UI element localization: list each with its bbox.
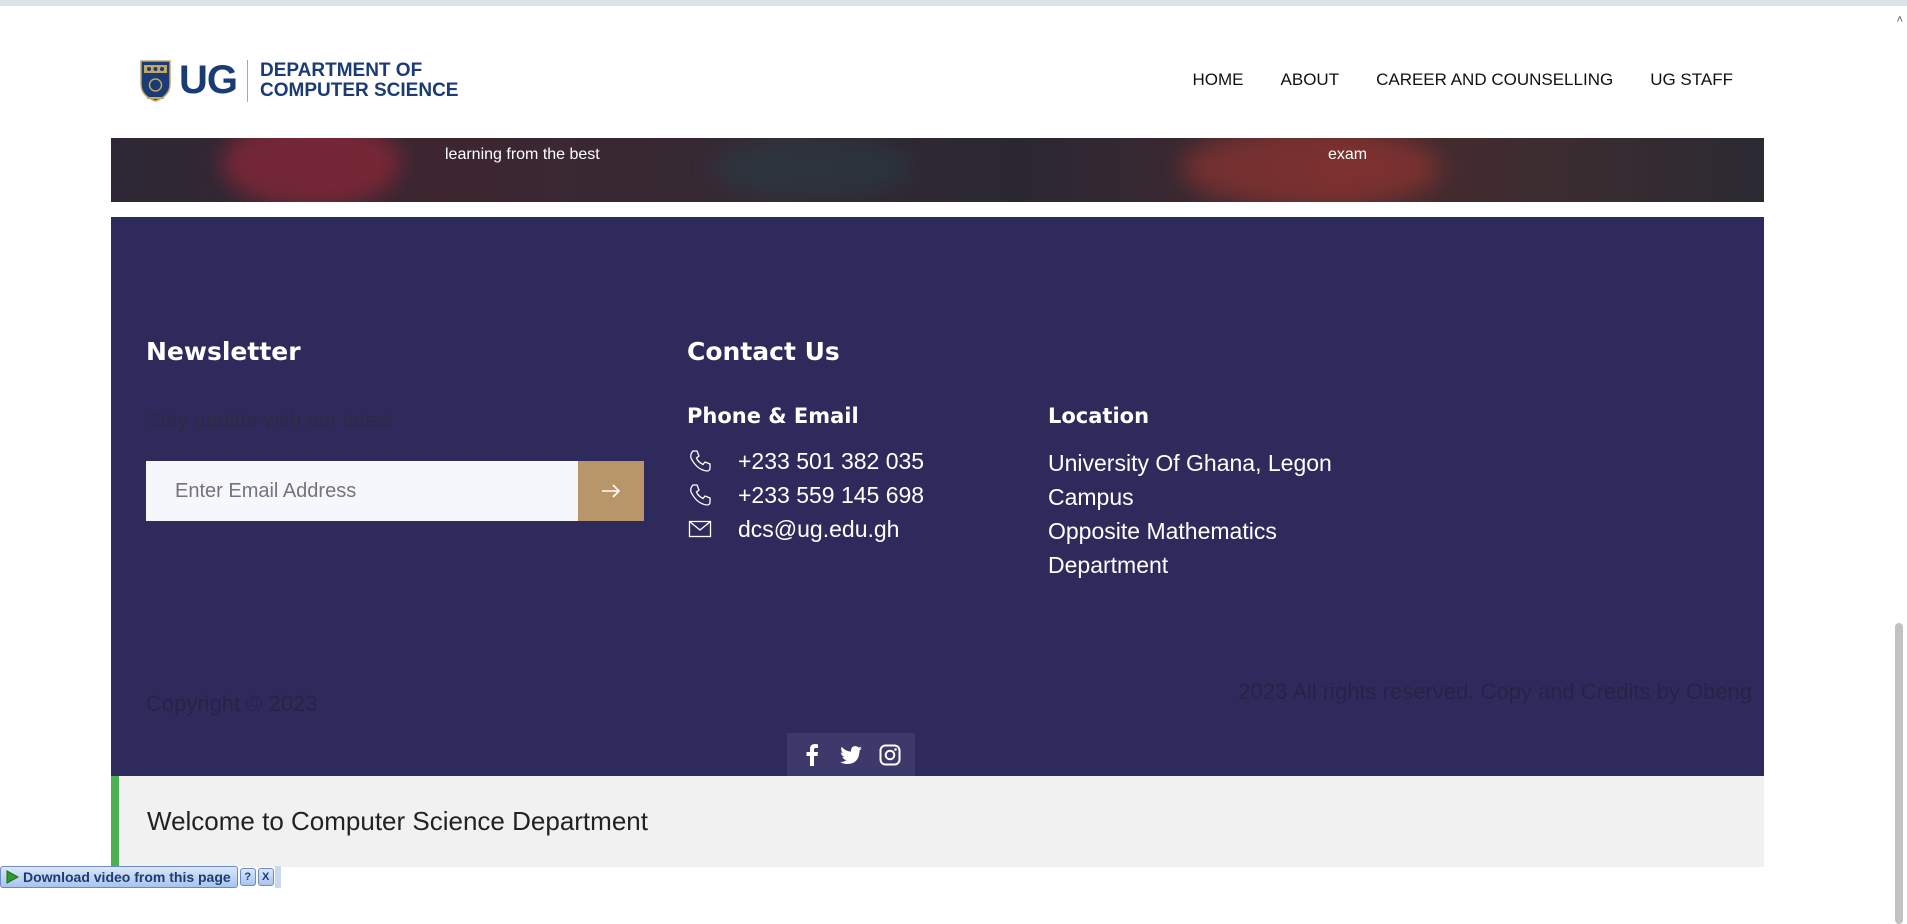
phone-1-text[interactable]: +233 501 382 035	[738, 448, 924, 475]
site-footer: Newsletter Stay update with our latest C…	[111, 217, 1764, 776]
nav-career-and-counselling[interactable]: CAREER AND COUNSELLING	[1376, 70, 1613, 90]
contact-title: Contact Us	[687, 337, 840, 366]
nav-home[interactable]: HOME	[1193, 70, 1244, 90]
logo-ug-text: UG	[179, 58, 238, 102]
rights-text: 2023 All rights reserved. Copy and Credi…	[1238, 679, 1752, 704]
contact-email: dcs@ug.edu.gh	[687, 516, 899, 542]
newsletter-submit-button[interactable]	[578, 461, 644, 521]
main-nav: HOME ABOUT CAREER AND COUNSELLING UG STA…	[1193, 70, 1733, 90]
location-line: Campus	[1048, 484, 1134, 510]
logo-line-1: DEPARTMENT OF	[260, 59, 423, 81]
logo-department-text: DEPARTMENT OF COMPUTER SCIENCE	[260, 59, 459, 101]
scrollbar-thumb[interactable]	[1895, 623, 1903, 924]
phone-2-text[interactable]: +233 559 145 698	[738, 482, 924, 509]
phone-icon	[687, 482, 713, 508]
arrow-right-icon	[602, 484, 621, 498]
hero-caption-right: exam	[1328, 146, 1368, 163]
nav-about[interactable]: ABOUT	[1281, 70, 1340, 90]
ug-crest-icon	[140, 60, 171, 102]
newsletter-tagline: Stay update with our latest	[146, 409, 394, 432]
newsletter-title: Newsletter	[146, 337, 301, 366]
social-links	[787, 733, 915, 776]
site-logo[interactable]: UG DEPARTMENT OF COMPUTER SCIENCE	[138, 58, 458, 103]
copyright-text: Copyright © 2023	[146, 691, 318, 716]
logo-divider	[247, 59, 248, 102]
facebook-icon[interactable]	[800, 743, 824, 767]
contact-phone-2: +233 559 145 698	[687, 482, 924, 508]
contact-phone-1: +233 501 382 035	[687, 448, 924, 474]
top-border	[0, 0, 1907, 6]
close-button[interactable]: X	[257, 868, 274, 886]
newsletter-email-input[interactable]	[146, 461, 578, 521]
email-text[interactable]: dcs@ug.edu.gh	[738, 516, 899, 543]
download-video-label: Download video from this page	[23, 869, 231, 885]
hero-image-strip: learning from the best exam	[111, 138, 1764, 202]
logo-line-2: COMPUTER SCIENCE	[260, 79, 459, 101]
welcome-banner: Welcome to Computer Science Department	[111, 776, 1764, 867]
instagram-icon[interactable]	[878, 743, 902, 767]
location-line: University Of Ghana, Legon	[1048, 450, 1332, 476]
phone-icon	[687, 448, 713, 474]
location-line: Opposite Mathematics	[1048, 518, 1277, 544]
envelope-icon	[687, 516, 713, 542]
location-line: Department	[1048, 552, 1169, 578]
hero-caption-left: learning from the best	[445, 146, 600, 163]
scroll-up-icon[interactable]: ˄	[1897, 14, 1903, 26]
welcome-accent-bar	[111, 776, 119, 867]
location-title: Location	[1048, 404, 1150, 428]
help-button[interactable]: ?	[239, 868, 256, 886]
welcome-text: Welcome to Computer Science Department	[147, 806, 648, 836]
download-video-button[interactable]: Download video from this page	[0, 866, 238, 888]
vertical-scrollbar[interactable]: ˄	[1890, 6, 1907, 924]
twitter-icon[interactable]	[839, 743, 863, 767]
nav-ug-staff[interactable]: UG STAFF	[1650, 70, 1733, 90]
play-icon	[6, 870, 19, 884]
download-video-toolbar: Download video from this page ? X	[0, 866, 281, 888]
phone-email-title: Phone & Email	[687, 404, 859, 428]
